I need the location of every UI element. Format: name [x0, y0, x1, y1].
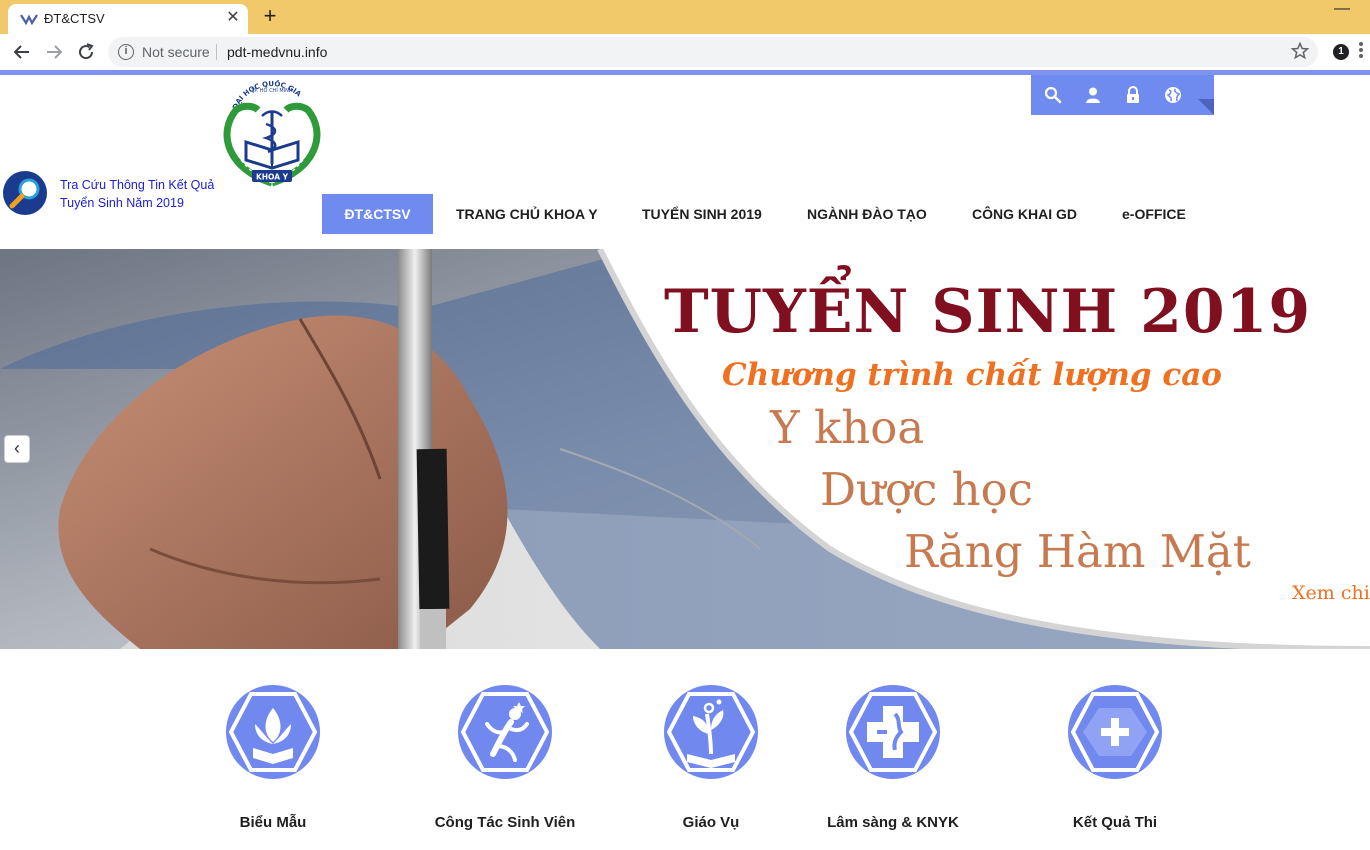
lookup-text[interactable]: Tra Cứu Thông Tin Kết Quả Tuyển Sinh Năm… — [60, 176, 228, 212]
lock-icon[interactable] — [1124, 86, 1142, 104]
feature-label[interactable]: Lâm sàng & KNYK — [793, 814, 993, 831]
site-favicon-icon — [20, 14, 38, 26]
info-icon[interactable]: i — [118, 44, 134, 60]
nav-item-trang-chu-khoa-y[interactable]: TRANG CHỦ KHOA Y — [456, 194, 598, 234]
magnifier-icon — [3, 171, 47, 215]
plus-icon[interactable] — [1067, 684, 1163, 780]
url-text[interactable]: pdt-medvnu.info — [227, 44, 327, 60]
faculty-logo[interactable]: ĐẠI HỌC QUỐC GIA TP. HỒ CHÍ MINH KHOA Y — [214, 80, 330, 190]
feature-lam-sang-knyk[interactable]: Lâm sàng & KNYK — [793, 684, 993, 850]
tab-title: ĐT&CTSV — [44, 11, 105, 26]
browser-menu-icon[interactable] — [1358, 40, 1364, 64]
window-minimize-button[interactable]: — — [1330, 0, 1354, 20]
carousel-prev-button[interactable]: ‹ — [4, 435, 30, 463]
search-icon[interactable] — [1044, 86, 1062, 104]
hero-more-link[interactable]: Xem chi — [1292, 582, 1370, 604]
browser-tab[interactable]: ĐT&CTSV ✕ — [8, 4, 248, 34]
utility-bar — [1031, 75, 1214, 115]
feature-label[interactable]: Kết Quả Thi — [1015, 814, 1215, 831]
svg-text:KHOA Y: KHOA Y — [256, 173, 289, 182]
hero-banner[interactable]: TUYỂN SINH 2019 Chương trình chất lượng … — [0, 249, 1370, 649]
nav-item-e-office[interactable]: e-OFFICE — [1122, 194, 1186, 234]
admission-lookup-link[interactable]: Tra Cứu Thông Tin Kết Quả Tuyển Sinh Năm… — [0, 170, 230, 218]
browser-tab-strip: ĐT&CTSV ✕ + — — [0, 0, 1370, 34]
feature-label[interactable]: Công Tác Sinh Viên — [405, 814, 605, 831]
hero-program-2: Dược học — [820, 463, 1033, 516]
tab-close-icon[interactable]: ✕ — [224, 9, 242, 27]
hero-subtitle: Chương trình chất lượng cao — [722, 357, 1222, 393]
address-bar[interactable]: i Not secure pdt-medvnu.info — [108, 37, 1318, 67]
medical-cross-icon[interactable] — [845, 684, 941, 780]
hero-program-3: Răng Hàm Mặt — [904, 525, 1251, 578]
extension-badge-icon[interactable]: 1 — [1333, 44, 1349, 60]
feature-ket-qua-thi[interactable]: Kết Quả Thi — [1015, 684, 1215, 850]
nav-item-nganh-dao-tao[interactable]: NGÀNH ĐÀO TẠO — [807, 194, 927, 234]
address-separator — [216, 44, 217, 60]
utility-bar-fold — [1198, 99, 1214, 115]
feature-label[interactable]: Giáo Vụ — [611, 814, 811, 831]
browser-toolbar: i Not secure pdt-medvnu.info — [0, 34, 1370, 70]
security-status[interactable]: Not secure — [142, 44, 210, 60]
plant-book-icon[interactable] — [663, 684, 759, 780]
nav-item-dtctsv[interactable]: ĐT&CTSV — [322, 194, 433, 234]
globe-icon[interactable] — [1164, 86, 1182, 104]
hero-title: TUYỂN SINH 2019 — [664, 277, 1312, 347]
hero-program-1: Y khoa — [770, 401, 925, 454]
bookmark-star-icon[interactable] — [1290, 41, 1310, 61]
forward-arrow-icon[interactable] — [42, 40, 66, 64]
user-icon[interactable] — [1084, 86, 1102, 104]
nav-item-cong-khai-gd[interactable]: CÔNG KHAI GD — [972, 194, 1077, 234]
new-tab-button[interactable]: + — [258, 5, 282, 29]
nav-item-tuyen-sinh-2019[interactable]: TUYỂN SINH 2019 — [642, 194, 762, 234]
back-arrow-icon[interactable] — [10, 40, 34, 64]
feature-cong-tac-sinh-vien[interactable]: Công Tác Sinh Viên — [405, 684, 605, 850]
student-figure-icon[interactable] — [457, 684, 553, 780]
feature-label[interactable]: Biểu Mẫu — [173, 814, 373, 831]
lotus-book-icon[interactable] — [225, 684, 321, 780]
feature-giao-vu[interactable]: Giáo Vụ — [611, 684, 811, 850]
feature-bieu-mau[interactable]: Biểu Mẫu — [173, 684, 373, 850]
reload-icon[interactable] — [74, 40, 98, 64]
